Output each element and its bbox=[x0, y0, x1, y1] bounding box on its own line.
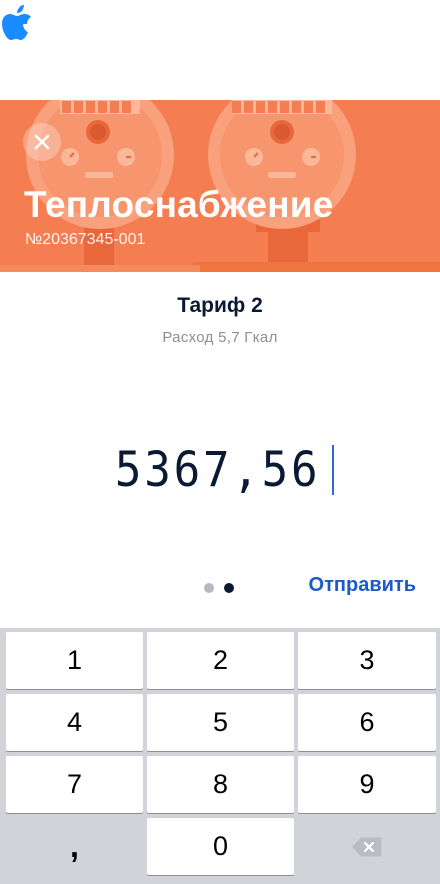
apple-icon bbox=[2, 5, 31, 40]
consumption-label: Расход 5,7 Гкал bbox=[162, 329, 278, 346]
key-5[interactable]: 5 bbox=[147, 694, 294, 751]
key-8[interactable]: 8 bbox=[147, 756, 294, 813]
page-indicator bbox=[204, 583, 234, 593]
close-button[interactable] bbox=[23, 123, 61, 161]
meter-reading-value: 5367,56 bbox=[115, 442, 321, 498]
status-area bbox=[0, 0, 440, 100]
hero-banner: Теплоснабжение №20367345-001 bbox=[0, 100, 440, 272]
numeric-keyboard: 1 2 3 4 5 6 7 8 9 , 0 bbox=[0, 628, 440, 884]
page-title: Теплоснабжение bbox=[24, 184, 334, 225]
account-number: №20367345-001 bbox=[25, 231, 146, 248]
close-icon bbox=[34, 134, 50, 150]
key-1[interactable]: 1 bbox=[6, 632, 143, 689]
backspace-icon bbox=[352, 837, 382, 856]
key-9[interactable]: 9 bbox=[298, 756, 436, 813]
send-button[interactable]: Отправить bbox=[309, 574, 416, 597]
meter-reading-input[interactable]: 5367,56 bbox=[0, 440, 440, 500]
key-7[interactable]: 7 bbox=[6, 756, 143, 813]
key-6[interactable]: 6 bbox=[298, 694, 436, 751]
key-3[interactable]: 3 bbox=[298, 632, 436, 689]
tariff-title: Тариф 2 bbox=[177, 294, 263, 317]
key-comma[interactable]: , bbox=[6, 818, 143, 875]
key-4[interactable]: 4 bbox=[6, 694, 143, 751]
text-cursor bbox=[331, 445, 334, 495]
backspace-key[interactable] bbox=[298, 818, 436, 875]
page-dot-active bbox=[224, 583, 234, 593]
key-2[interactable]: 2 bbox=[147, 632, 294, 689]
key-0[interactable]: 0 bbox=[147, 818, 294, 875]
page-dot bbox=[204, 583, 214, 593]
